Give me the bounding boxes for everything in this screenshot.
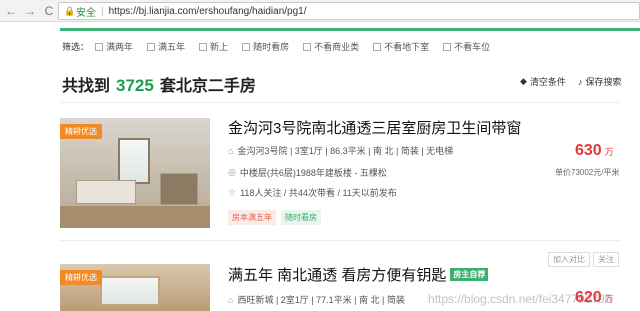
eraser-icon: ◆ xyxy=(520,76,527,86)
listing-title[interactable]: 金沟河3号院南北通透三居室厨房卫生间带窗 xyxy=(228,117,521,138)
house-info: ⌂ 金沟河3号院 | 3室1厅 | 86.3平米 | 南 北 | 简装 | 无电梯 xyxy=(228,144,453,157)
listing-badge: 精耕优选 xyxy=(60,124,102,139)
filter-text: 不看地下室 xyxy=(384,42,430,52)
filter-suishikanfang[interactable]: 随时看房 xyxy=(242,40,289,53)
divider xyxy=(60,102,620,103)
filter-no-basement[interactable]: 不看地下室 xyxy=(373,40,429,53)
watermark: https://blog.csdn.net/fei347795790 xyxy=(428,292,612,306)
result-heading: 共找到 3725 套北京二手房 xyxy=(62,72,256,96)
tag-viewing-anytime: 随时看房 xyxy=(281,210,321,225)
filter-text: 满两年 xyxy=(106,42,134,52)
secure-label: 安全 xyxy=(76,7,96,19)
clear-label: 清空条件 xyxy=(529,77,566,87)
photo-cabinet xyxy=(160,173,198,205)
filter-manliangnian[interactable]: 满两年 xyxy=(95,40,133,53)
back-arrow-icon[interactable]: ← xyxy=(3,3,19,19)
star-icon: ☆ xyxy=(228,187,237,197)
photo-window xyxy=(100,276,160,306)
listing-title[interactable]: 满五年 南北通透 看房方便有钥匙 房主自荐 xyxy=(228,264,489,285)
filter-text: 满五年 xyxy=(158,42,186,52)
filter-text: 不看商业类 xyxy=(314,42,360,52)
result-count: 3725 xyxy=(116,76,154,95)
heading-suffix: 套北京二手房 xyxy=(159,78,256,95)
filter-no-commercial[interactable]: 不看商业类 xyxy=(303,40,359,53)
house-icon: ⌂ xyxy=(228,145,234,156)
location-icon: ◎ xyxy=(228,167,236,177)
follow-info-text: 118人关注 / 共44次带看 / 11天以前发布 xyxy=(240,188,397,198)
checkbox[interactable] xyxy=(199,42,208,51)
listing-photo[interactable]: 精耕优选 xyxy=(60,264,210,311)
forward-arrow-icon[interactable]: → xyxy=(22,3,38,19)
position-info-text: 中楼层(共6层)1988年建板楼 - 五棵松 xyxy=(239,168,387,178)
house-info-text: 西旺新城 | 2室1厅 | 77.1平米 | 南 北 | 简装 xyxy=(237,295,405,305)
owner-recommend-tag: 房主自荐 xyxy=(450,268,489,281)
house-icon: ⌂ xyxy=(228,294,234,305)
house-info-text: 金沟河3号院 | 3室1厅 | 86.3平米 | 南 北 | 简装 | 无电梯 xyxy=(237,146,454,156)
filter-row: 筛选： 满两年 满五年 新上 随时看房 不看商业类 不看地下室 不看车位 xyxy=(62,40,504,53)
filter-manwunian[interactable]: 满五年 xyxy=(147,40,185,53)
listing-title-text[interactable]: 金沟河3号院南北通透三居室厨房卫生间带窗 xyxy=(228,117,521,138)
listing-badge: 精耕优选 xyxy=(60,270,102,285)
reload-icon[interactable]: C xyxy=(41,3,57,19)
price-unit: 万 xyxy=(604,147,614,157)
tag-five-years: 房本满五年 xyxy=(228,210,276,225)
save-search-button[interactable]: ♪ 保存搜索 xyxy=(578,75,622,88)
follow-button[interactable]: 关注 xyxy=(593,252,619,267)
photo-bed xyxy=(76,180,136,204)
checkbox[interactable] xyxy=(242,42,251,51)
compare-button[interactable]: 加入对比 xyxy=(548,252,590,267)
house-info: ⌂ 西旺新城 | 2室1厅 | 77.1平米 | 南 北 | 简装 xyxy=(228,293,405,306)
listing-title-text[interactable]: 满五年 南北通透 看房方便有钥匙 xyxy=(228,264,446,285)
filter-xinshang[interactable]: 新上 xyxy=(199,40,228,53)
bell-icon: ♪ xyxy=(577,76,583,87)
divider xyxy=(60,240,620,241)
header-accent-bar xyxy=(60,28,640,31)
browser-toolbar: ← → C 🔒 安全 | https://bj.lianjia.com/ersh… xyxy=(0,0,640,22)
filter-label: 筛选： xyxy=(62,42,90,52)
position-info: ◎ 中楼层(共6层)1988年建板楼 - 五棵松 xyxy=(228,166,387,179)
follow-info: ☆ 118人关注 / 共44次带看 / 11天以前发布 xyxy=(228,186,397,199)
address-bar[interactable]: 🔒 安全 | https://bj.lianjia.com/ershoufang… xyxy=(58,2,640,20)
lock-icon: 🔒 xyxy=(64,5,76,16)
checkbox[interactable] xyxy=(95,42,104,51)
photo-floor xyxy=(60,206,210,228)
photo-window xyxy=(118,138,150,184)
price-value: 630 xyxy=(575,142,602,159)
checkbox[interactable] xyxy=(147,42,156,51)
url-text[interactable]: https://bj.lianjia.com/ershoufang/haidia… xyxy=(109,6,307,17)
unit-price: 单价73002元/平米 xyxy=(555,168,620,177)
save-label: 保存搜索 xyxy=(585,77,622,87)
filter-text: 新上 xyxy=(210,42,229,52)
filter-no-parking[interactable]: 不看车位 xyxy=(443,40,490,53)
clear-conditions-button[interactable]: ◆ 清空条件 xyxy=(520,75,566,88)
search-tools: ◆ 清空条件 ♪ 保存搜索 xyxy=(520,75,633,88)
heading-prefix: 共找到 xyxy=(62,78,111,95)
checkbox[interactable] xyxy=(303,42,312,51)
checkbox[interactable] xyxy=(443,42,452,51)
total-price: 630 万 xyxy=(575,142,614,160)
address-separator: | xyxy=(101,5,104,17)
filter-text: 随时看房 xyxy=(253,42,290,52)
listing-photo[interactable]: 精耕优选 xyxy=(60,118,210,228)
filter-text: 不看车位 xyxy=(454,42,491,52)
checkbox[interactable] xyxy=(373,42,382,51)
